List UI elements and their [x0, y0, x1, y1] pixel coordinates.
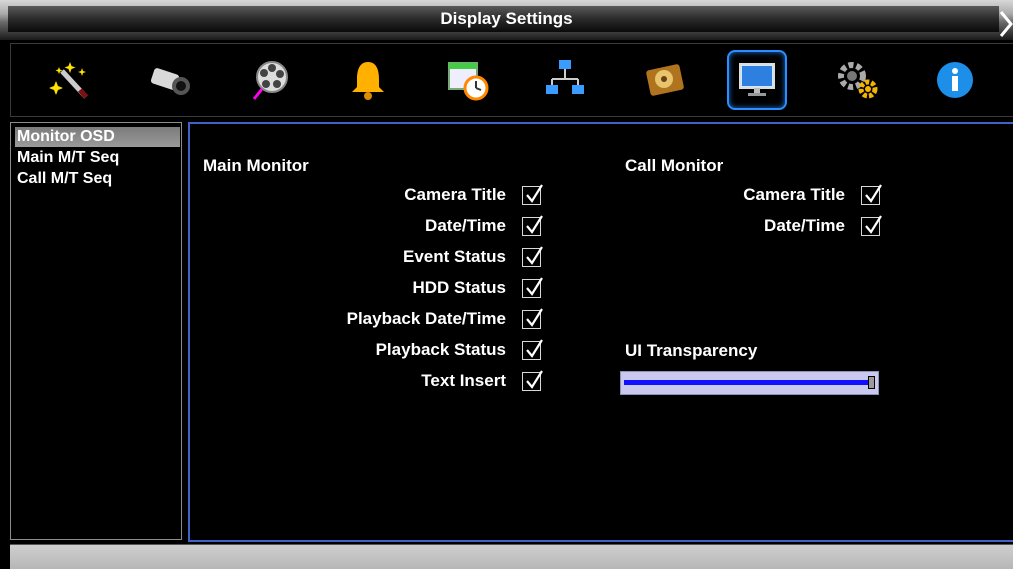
status-bar [10, 544, 1013, 569]
main-date-time-checkbox[interactable] [522, 215, 543, 236]
tool-schedule[interactable] [438, 50, 498, 110]
check-icon [526, 370, 543, 389]
tool-system[interactable] [828, 50, 888, 110]
hdd-icon [646, 64, 684, 96]
check-icon [865, 184, 882, 203]
sidebar-item-call-mt-seq[interactable]: Call M/T Seq [15, 169, 180, 189]
wizard-wand-icon [49, 62, 88, 99]
call-date-time-label: Date/Time [764, 216, 845, 235]
tool-camera[interactable] [140, 50, 200, 110]
main-event-status-checkbox[interactable] [522, 246, 543, 267]
slider-track [624, 380, 868, 385]
info-icon [937, 62, 973, 98]
sidebar-item-monitor-osd[interactable]: Monitor OSD [15, 127, 180, 147]
main-hdd-status-label: HDD Status [412, 278, 506, 297]
main-date-time-label: Date/Time [425, 216, 506, 235]
tool-playback[interactable] [241, 50, 301, 110]
tool-wizard[interactable] [41, 50, 101, 110]
check-icon [526, 184, 543, 203]
monitor-icon [739, 63, 775, 96]
main-camera-title-label: Camera Title [404, 185, 506, 204]
call-monitor-title: Call Monitor [625, 156, 724, 175]
main-camera-title-checkbox[interactable] [522, 184, 543, 205]
check-icon [865, 215, 882, 234]
ui-transparency-slider[interactable] [620, 371, 879, 395]
camera-icon [150, 68, 190, 95]
check-icon [526, 308, 543, 327]
main-playback-date-time-label: Playback Date/Time [346, 309, 506, 328]
network-icon [546, 60, 584, 94]
main-playback-status-label: Playback Status [375, 340, 506, 359]
close-button[interactable] [999, 10, 1013, 38]
ui-transparency-title: UI Transparency [625, 341, 758, 360]
schedule-clock-icon [448, 62, 489, 101]
check-icon [526, 215, 543, 234]
sidebar-item-main-mt-seq[interactable]: Main M/T Seq [15, 148, 180, 168]
main-event-status-label: Event Status [403, 247, 506, 266]
tool-storage[interactable] [635, 50, 695, 110]
call-date-time-checkbox[interactable] [861, 215, 882, 236]
main-toolbar [10, 43, 1013, 117]
main-text-insert-label: Text Insert [421, 371, 506, 390]
check-icon [526, 246, 543, 265]
main-monitor-title: Main Monitor [203, 156, 309, 175]
settings-sidebar: Monitor OSD Main M/T Seq Call M/T Seq [10, 122, 182, 540]
gears-icon [838, 62, 878, 99]
call-camera-title-checkbox[interactable] [861, 184, 882, 205]
main-playback-status-checkbox[interactable] [522, 339, 543, 360]
window-title: Display Settings [440, 9, 573, 28]
film-reel-icon [252, 61, 288, 100]
main-text-insert-checkbox[interactable] [522, 370, 543, 391]
main-playback-date-time-checkbox[interactable] [522, 308, 543, 329]
bell-icon [352, 62, 384, 100]
tool-info[interactable] [925, 50, 985, 110]
main-hdd-status-checkbox[interactable] [522, 277, 543, 298]
call-camera-title-label: Camera Title [743, 185, 845, 204]
check-icon [526, 277, 543, 296]
tool-display[interactable] [727, 50, 787, 110]
slider-thumb[interactable] [868, 376, 875, 389]
tool-network[interactable] [535, 50, 595, 110]
chevron-right-icon [999, 11, 1013, 37]
check-icon [526, 339, 543, 358]
tool-alarm[interactable] [338, 50, 398, 110]
